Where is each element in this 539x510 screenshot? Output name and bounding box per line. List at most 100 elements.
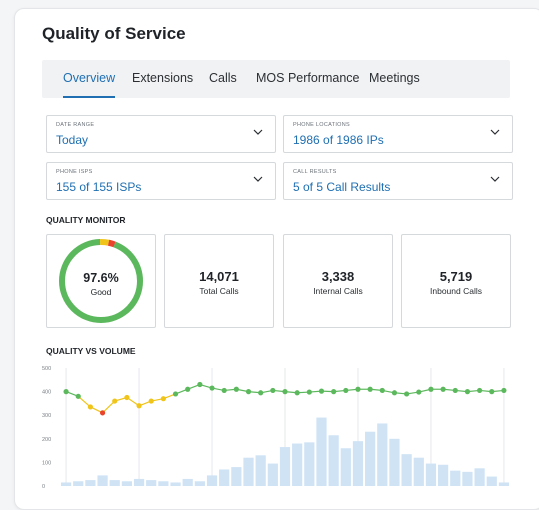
page-title: Quality of Service: [42, 24, 186, 44]
quality-point: [136, 403, 141, 408]
volume-bar: [462, 472, 472, 486]
volume-bar: [341, 448, 351, 486]
volume-bar: [389, 439, 399, 486]
volume-bar: [414, 458, 424, 486]
volume-bar: [377, 423, 387, 486]
quality-point: [76, 394, 81, 399]
quality-point: [368, 387, 373, 392]
volume-bar: [353, 441, 363, 486]
volume-bar: [292, 444, 302, 486]
quality-point: [343, 388, 348, 393]
quality-point: [246, 389, 251, 394]
date-range-label: DATE RANGE: [56, 122, 94, 128]
quality-point: [209, 385, 214, 390]
volume-bar: [329, 435, 339, 486]
volume-bar: [207, 475, 217, 486]
volume-bar: [146, 480, 156, 486]
y-tick-label: 500: [42, 366, 51, 372]
quality-point: [416, 389, 421, 394]
tab-meetings[interactable]: Meetings: [369, 60, 420, 96]
volume-bar: [499, 482, 509, 486]
volume-bar: [280, 447, 290, 486]
quality-point: [161, 396, 166, 401]
total-calls-label: Total Calls: [165, 286, 273, 296]
quality-point: [88, 404, 93, 409]
quality-point: [270, 388, 275, 393]
volume-bar: [365, 432, 375, 486]
quality-vs-volume-chart: 0100200300400500: [40, 362, 512, 490]
tab-extensions[interactable]: Extensions: [132, 60, 193, 96]
quality-point: [331, 389, 336, 394]
volume-bar: [73, 481, 83, 486]
volume-bar: [487, 477, 497, 486]
date-range-select[interactable]: DATE RANGE Today: [46, 115, 276, 153]
phone-locations-select[interactable]: PHONE LOCATIONS 1986 of 1986 IPs: [283, 115, 513, 153]
tab-bar: Overview Extensions Calls MOS Performanc…: [42, 60, 510, 98]
quality-point: [124, 395, 129, 400]
quality-point: [380, 388, 385, 393]
quality-percent: 97.6%: [47, 271, 155, 285]
phone-isps-label: PHONE ISPS: [56, 169, 93, 175]
volume-bar: [122, 481, 132, 486]
quality-point: [392, 390, 397, 395]
phone-isps-value: 155 of 155 ISPs: [56, 180, 141, 194]
total-calls-card[interactable]: 14,071 Total Calls: [164, 234, 274, 328]
total-calls-value: 14,071: [165, 269, 273, 284]
volume-bar: [231, 467, 241, 486]
quality-point: [197, 382, 202, 387]
y-tick-label: 100: [42, 460, 51, 466]
volume-bar: [97, 475, 107, 486]
chevron-down-icon: [490, 128, 500, 136]
volume-bar: [438, 465, 448, 486]
call-results-value: 5 of 5 Call Results: [293, 180, 390, 194]
quality-status: Good: [47, 287, 155, 297]
quality-point: [477, 388, 482, 393]
quality-point: [185, 387, 190, 392]
quality-gauge-card: 97.6% Good: [46, 234, 156, 328]
volume-bar: [268, 464, 278, 486]
volume-bar: [170, 482, 180, 486]
volume-bar: [85, 480, 95, 486]
quality-point: [234, 387, 239, 392]
quality-point: [149, 398, 154, 403]
phone-locations-value: 1986 of 1986 IPs: [293, 133, 384, 147]
internal-calls-card[interactable]: 3,338 Internal Calls: [283, 234, 393, 328]
tab-mos-performance[interactable]: MOS Performance: [256, 60, 360, 96]
volume-bar: [134, 479, 144, 486]
quality-point: [404, 391, 409, 396]
y-tick-label: 400: [42, 390, 51, 396]
quality-point: [173, 391, 178, 396]
quality-vs-volume-heading: QUALITY VS VOLUME: [46, 346, 136, 356]
volume-bar: [158, 481, 168, 486]
internal-calls-label: Internal Calls: [284, 286, 392, 296]
quality-point: [222, 388, 227, 393]
volume-bar: [450, 471, 460, 486]
volume-bar: [61, 482, 71, 486]
volume-bar: [195, 481, 205, 486]
internal-calls-value: 3,338: [284, 269, 392, 284]
quality-point: [428, 387, 433, 392]
inbound-calls-card[interactable]: 5,719 Inbound Calls: [401, 234, 511, 328]
y-tick-label: 300: [42, 413, 51, 419]
quality-point: [63, 389, 68, 394]
volume-bar: [219, 469, 229, 486]
phone-isps-select[interactable]: PHONE ISPS 155 of 155 ISPs: [46, 162, 276, 200]
volume-bar: [426, 464, 436, 486]
date-range-value: Today: [56, 133, 88, 147]
quality-point: [295, 390, 300, 395]
tab-overview[interactable]: Overview: [63, 60, 115, 98]
quality-point: [282, 389, 287, 394]
quality-point: [258, 390, 263, 395]
chevron-down-icon: [253, 175, 263, 183]
phone-locations-label: PHONE LOCATIONS: [293, 122, 350, 128]
quality-point: [501, 388, 506, 393]
tab-calls[interactable]: Calls: [209, 60, 237, 96]
quality-point: [112, 398, 117, 403]
volume-bar: [256, 455, 266, 486]
quality-point: [489, 389, 494, 394]
quality-point: [355, 387, 360, 392]
call-results-select[interactable]: CALL RESULTS 5 of 5 Call Results: [283, 162, 513, 200]
quality-point: [465, 389, 470, 394]
call-results-label: CALL RESULTS: [293, 169, 337, 175]
inbound-calls-label: Inbound Calls: [402, 286, 510, 296]
